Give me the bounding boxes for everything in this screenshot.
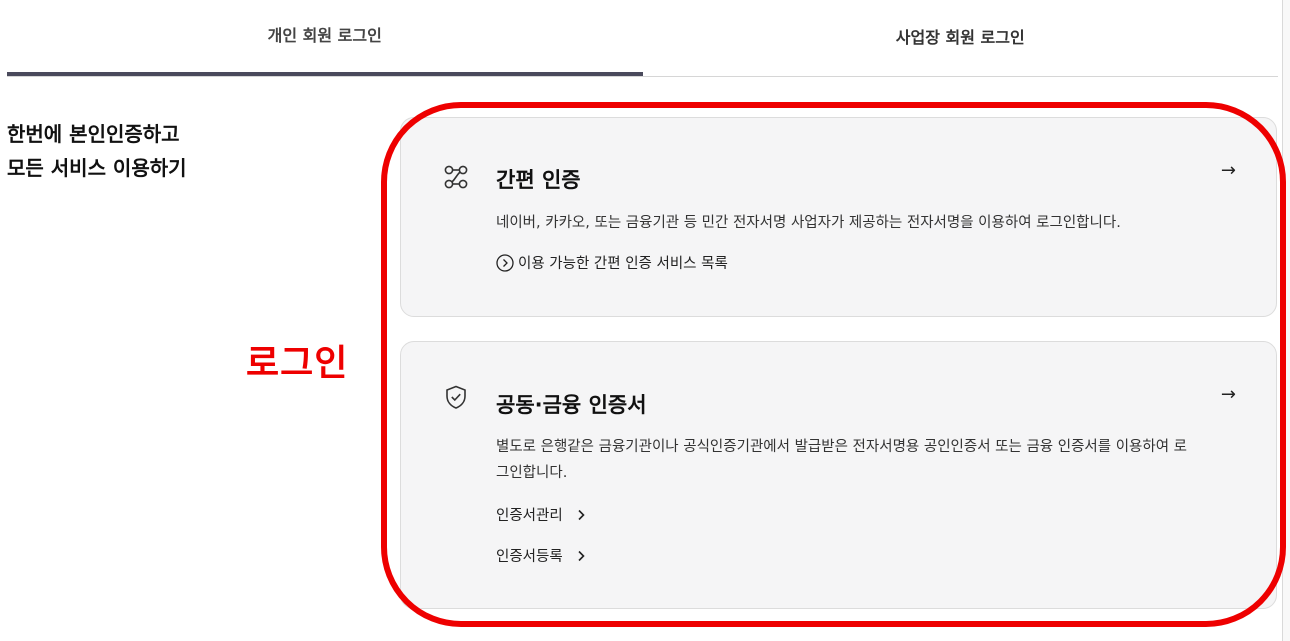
easy-auth-service-list-link[interactable]: 이용 가능한 간편 인증 서비스 목록 xyxy=(496,252,728,273)
certificate-title: 공동·금융 인증서 xyxy=(496,393,647,417)
tab-business-login[interactable]: 사업장 회원 로그인 xyxy=(643,0,1279,76)
arrow-right-icon[interactable]: → xyxy=(1221,384,1236,405)
tab-personal-login[interactable]: 개인 회원 로그인 xyxy=(7,0,643,76)
annotation-label: 로그인 xyxy=(246,343,349,384)
easy-auth-card[interactable]: 간편 인증 → 네이버, 카카오, 또는 금융기관 등 민간 전자서명 사업자가… xyxy=(400,117,1277,317)
scrollbar[interactable] xyxy=(1282,0,1290,641)
headline-line-2: 모든 서비스 이용하기 xyxy=(7,156,187,180)
easy-auth-description: 네이버, 카카오, 또는 금융기관 등 민간 전자서명 사업자가 제공하는 전자… xyxy=(496,215,1121,231)
certificate-manage-label: 인증서관리 xyxy=(496,508,563,524)
chevron-right-icon xyxy=(578,509,585,520)
headline-line-1: 한번에 본인인증하고 xyxy=(7,122,180,146)
certificate-register-label: 인증서등록 xyxy=(496,549,563,565)
login-type-tabs: 개인 회원 로그인 사업장 회원 로그인 xyxy=(7,0,1278,77)
circle-chevron-right-icon xyxy=(496,253,514,272)
shield-check-icon xyxy=(446,385,466,409)
easy-auth-icon xyxy=(444,165,468,189)
easy-auth-service-list-label: 이용 가능한 간편 인증 서비스 목록 xyxy=(518,256,728,272)
arrow-right-icon[interactable]: → xyxy=(1221,160,1236,181)
certificate-manage-link[interactable]: 인증서관리 xyxy=(496,504,587,525)
page-headline: 한번에 본인인증하고 모든 서비스 이용하기 xyxy=(7,117,187,185)
certificate-card[interactable]: 공동·금융 인증서 → 별도로 은행같은 금융기관이나 공식인증기관에서 발급받… xyxy=(400,341,1277,609)
easy-auth-title: 간편 인증 xyxy=(496,168,581,192)
certificate-register-link[interactable]: 인증서등록 xyxy=(496,545,587,566)
chevron-right-icon xyxy=(578,550,585,561)
certificate-description: 별도로 은행같은 금융기관이나 공식인증기관에서 발급받은 전자서명용 공인인증… xyxy=(496,439,1188,481)
